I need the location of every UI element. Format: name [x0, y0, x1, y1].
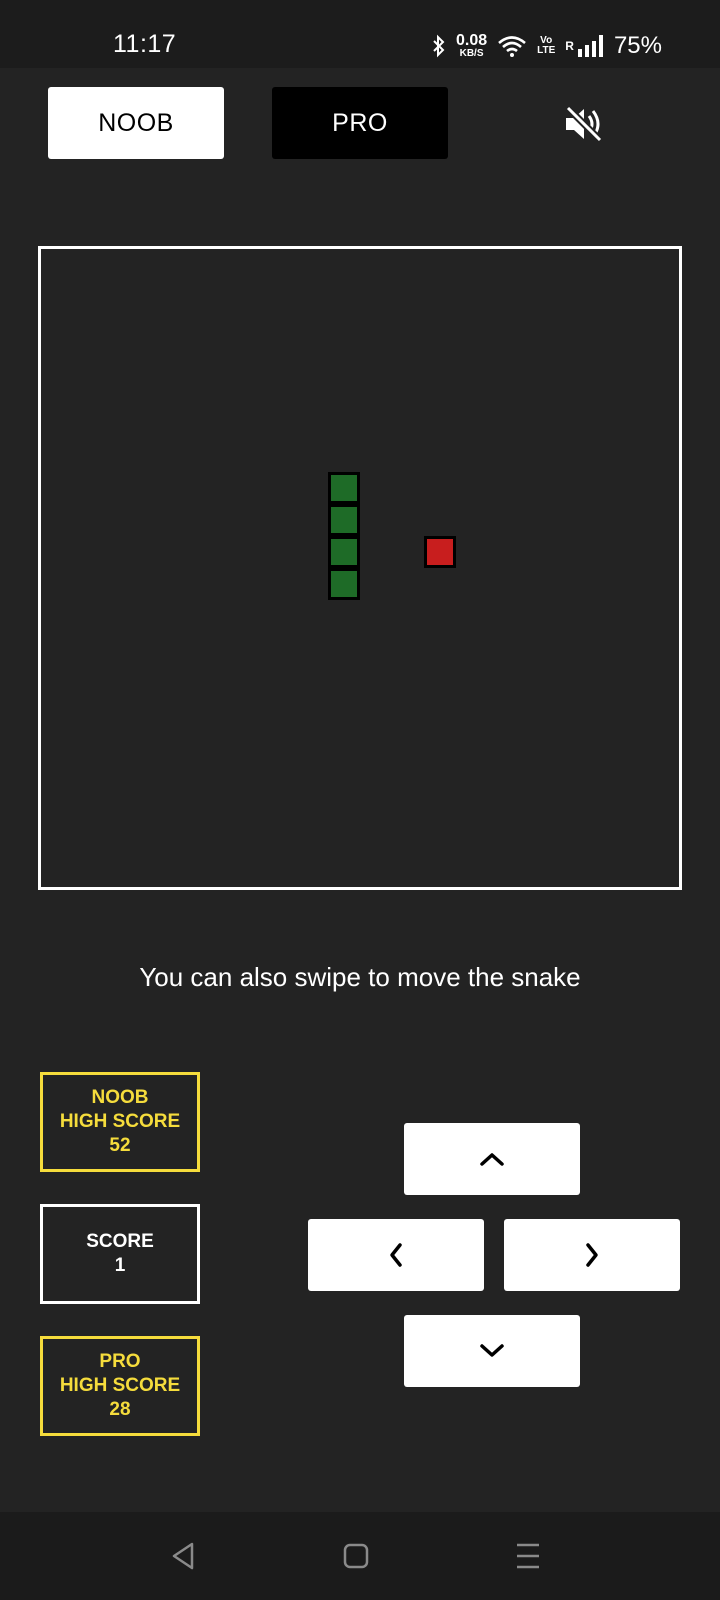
score-value: 1 — [114, 1255, 126, 1276]
chevron-right-icon — [586, 1243, 598, 1267]
noob-high-score-label-1: NOOB — [91, 1087, 149, 1108]
status-time: 11:17 — [113, 30, 177, 58]
pro-high-score-label-2: HIGH SCORE — [59, 1375, 181, 1396]
signal-icon — [577, 35, 603, 57]
bluetooth-icon — [433, 34, 445, 58]
pro-high-score-value: 28 — [109, 1399, 131, 1420]
nav-recents-button[interactable] — [510, 1538, 546, 1574]
status-bar: 11:17 0.08 KB/S Vo LTE R 75% — [0, 0, 720, 68]
net-speed-unit: KB/S — [459, 48, 484, 59]
pro-high-score-box: PRO HIGH SCORE 28 — [40, 1336, 200, 1436]
sound-toggle-button[interactable] — [562, 102, 606, 146]
pro-mode-button[interactable]: PRO — [272, 87, 448, 159]
snake-segment — [328, 504, 360, 537]
snake-segment — [328, 568, 360, 600]
noob-mode-button[interactable]: NOOB — [48, 87, 224, 159]
speaker-muted-icon — [565, 105, 603, 143]
noob-high-score-label-2: HIGH SCORE — [59, 1111, 181, 1132]
wifi-icon — [498, 36, 526, 57]
status-icons: 0.08 KB/S Vo LTE R 75% — [432, 30, 662, 62]
move-up-button[interactable] — [404, 1123, 580, 1195]
navigation-bar — [0, 1512, 720, 1600]
snake-segment — [328, 536, 360, 568]
chevron-up-icon — [480, 1153, 504, 1166]
swipe-hint: You can also swipe to move the snake — [139, 962, 581, 992]
move-left-button[interactable] — [308, 1219, 484, 1291]
move-right-button[interactable] — [504, 1219, 680, 1291]
back-triangle-icon — [172, 1542, 194, 1570]
score-label: SCORE — [86, 1231, 154, 1252]
chevron-down-icon — [480, 1344, 504, 1357]
pro-high-score-label-1: PRO — [99, 1351, 141, 1372]
volte-indicator: Vo LTE — [537, 36, 555, 56]
battery-level: 75% — [613, 32, 662, 59]
home-square-icon — [343, 1543, 369, 1569]
roaming-indicator: R — [565, 39, 574, 53]
noob-high-score-value: 52 — [109, 1135, 131, 1156]
current-score-box: SCORE 1 — [40, 1204, 200, 1304]
move-down-button[interactable] — [404, 1315, 580, 1387]
snake-segment — [328, 472, 360, 505]
nav-back-button[interactable] — [166, 1538, 202, 1574]
noob-high-score-box: NOOB HIGH SCORE 52 — [40, 1072, 200, 1172]
nav-home-button[interactable] — [338, 1538, 374, 1574]
food-cell — [423, 536, 456, 568]
volte-bottom: LTE — [537, 45, 556, 56]
net-speed-value: 0.08 — [455, 32, 488, 49]
chevron-left-icon — [390, 1243, 402, 1267]
net-speed: 0.08 KB/S — [456, 33, 487, 59]
game-board[interactable] — [38, 246, 682, 890]
recents-lines-icon — [517, 1543, 539, 1569]
